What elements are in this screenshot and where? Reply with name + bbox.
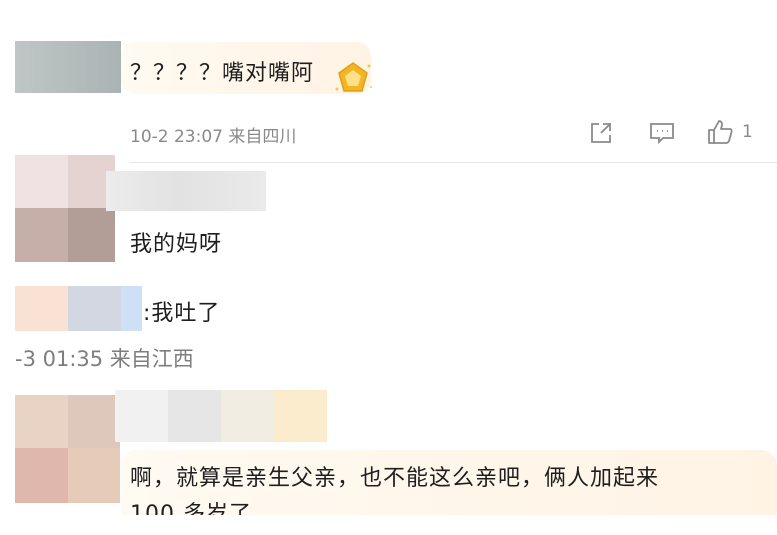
comment-text: 啊，就算是亲生父亲，也不能这么亲吧，俩人加起来 [130, 466, 660, 491]
comment-meta: 10-2 23:07 来自四川 [130, 127, 297, 147]
divider [130, 162, 777, 163]
comment-meta: -3 01:35 来自江西 [15, 347, 194, 371]
avatar[interactable] [15, 155, 115, 262]
username-redacted [106, 171, 266, 211]
avatar[interactable] [15, 395, 120, 503]
scroll-fade [0, 515, 777, 535]
like-icon[interactable] [706, 118, 734, 146]
avatar[interactable] [15, 41, 121, 93]
like-count: 1 [742, 122, 753, 142]
badge-icon [331, 59, 375, 99]
share-icon[interactable] [588, 120, 614, 146]
comment-icon[interactable] [648, 120, 676, 146]
avatar[interactable] [15, 286, 142, 331]
comment-text: :我吐了 [143, 301, 221, 326]
username-redacted [115, 390, 327, 442]
comment-text: ？？？？嘴对嘴阿 [130, 61, 315, 86]
comment-text: 我的妈呀 [130, 232, 223, 257]
